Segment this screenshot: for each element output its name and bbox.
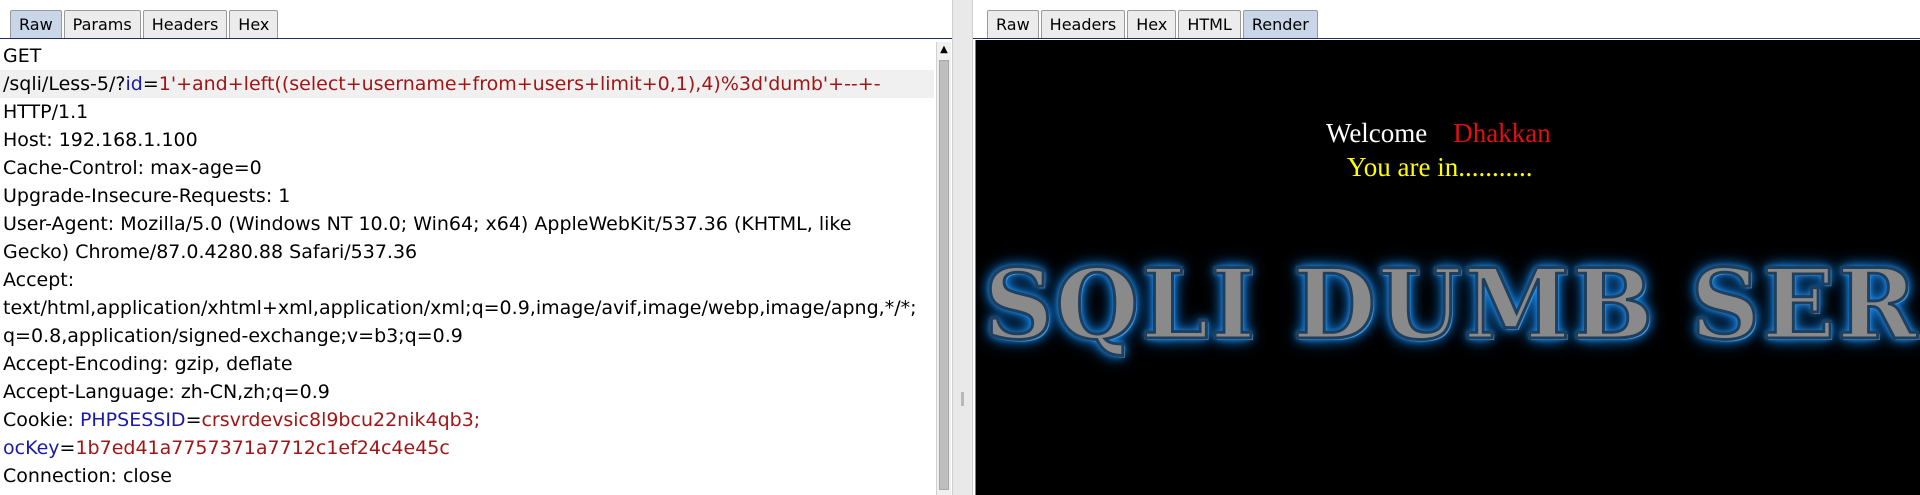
cookie-value-ockey: 1b7ed41a7757371a7712c1ef24c4e45c bbox=[75, 437, 450, 459]
tab-underline bbox=[0, 38, 952, 39]
sqli-banner-image: SQLI DUMB SER bbox=[983, 248, 1919, 361]
header-host: Host: 192.168.1.100 bbox=[3, 129, 198, 151]
scroll-up-icon[interactable]: ▲ bbox=[938, 44, 950, 56]
header-accept-label: Accept: bbox=[3, 269, 75, 291]
request-path: /sqli/Less-5/? bbox=[3, 73, 126, 95]
response-tabbar: Raw Headers Hex HTML Render bbox=[973, 0, 1920, 40]
splitter-grip-icon[interactable] bbox=[961, 392, 964, 406]
header-cookie-line: Cookie: PHPSESSID=crsvrdevsic8l9bcu22nik… bbox=[0, 406, 934, 434]
header-accept-encoding: Accept-Encoding: gzip, deflate bbox=[3, 353, 293, 375]
header-user-agent-2: Gecko) Chrome/87.0.4280.88 Safari/537.36 bbox=[3, 241, 418, 263]
user-name: Dhakkan bbox=[1453, 118, 1551, 148]
header-accept-language: Accept-Language: zh-CN,zh;q=0.9 bbox=[3, 381, 330, 403]
request-editor[interactable]: GET /sqli/Less-5/?id=1'+and+left((select… bbox=[0, 42, 934, 495]
welcome-label: Welcome bbox=[1326, 118, 1428, 148]
scrollbar-thumb[interactable] bbox=[939, 60, 949, 490]
request-scrollbar[interactable]: ▲ bbox=[936, 42, 951, 495]
tab-raw[interactable]: Raw bbox=[10, 10, 62, 38]
cookie-value-phpsessid: crsvrdevsic8l9bcu22nik4qb3; bbox=[201, 409, 481, 431]
cookie-eq-2: = bbox=[59, 437, 76, 459]
header-cache-control: Cache-Control: max-age=0 bbox=[3, 157, 262, 179]
tab-params[interactable]: Params bbox=[63, 10, 141, 38]
header-cookie-line-2: ocKey=1b7ed41a7757371a7712c1ef24c4e45c bbox=[0, 434, 934, 462]
cookie-key-phpsessid: PHPSESSID bbox=[79, 409, 186, 431]
tab-underline bbox=[973, 38, 1920, 39]
status-text: You are in........... bbox=[1347, 152, 1533, 182]
render-view: Welcome Dhakkan You are in........... SQL… bbox=[975, 40, 1920, 495]
pane-splitter[interactable] bbox=[952, 0, 973, 495]
tab-hex[interactable]: Hex bbox=[229, 10, 279, 38]
tab-html[interactable]: HTML bbox=[1178, 10, 1241, 38]
cookie-label: Cookie: bbox=[3, 409, 80, 431]
header-upgrade-insecure: Upgrade-Insecure-Requests: 1 bbox=[3, 185, 291, 207]
tab-render[interactable]: Render bbox=[1242, 10, 1318, 38]
header-connection: Connection: close bbox=[3, 465, 172, 487]
welcome-text: Welcome Dhakkan bbox=[1326, 118, 1551, 149]
param-key-id: id bbox=[125, 73, 143, 95]
header-accept-1: text/html,application/xhtml+xml,applicat… bbox=[3, 297, 917, 319]
request-protocol-line: HTTP/1.1 bbox=[3, 101, 89, 123]
param-eq: = bbox=[142, 73, 159, 95]
request-path-line: /sqli/Less-5/?id=1'+and+left((select+use… bbox=[0, 70, 934, 98]
tab-headers[interactable]: Headers bbox=[1040, 10, 1126, 38]
tab-raw[interactable]: Raw bbox=[987, 10, 1039, 38]
response-panel: Raw Headers Hex HTML Render Welcome Dhakk… bbox=[973, 0, 1920, 495]
tab-hex[interactable]: Hex bbox=[1127, 10, 1177, 38]
header-user-agent-1: User-Agent: Mozilla/5.0 (Windows NT 10.0… bbox=[3, 213, 852, 235]
request-method-line: GET bbox=[3, 45, 42, 67]
request-panel: Raw Params Headers Hex GET /sqli/Less-5/… bbox=[0, 0, 952, 495]
request-tabbar: Raw Params Headers Hex bbox=[0, 0, 952, 40]
tab-headers[interactable]: Headers bbox=[142, 10, 228, 38]
cookie-key-ockey: ocKey bbox=[3, 437, 60, 459]
header-accept-2: q=0.8,application/signed-exchange;v=b3;q… bbox=[3, 325, 463, 347]
param-value-id: 1'+and+left((select+username+from+users+… bbox=[158, 73, 881, 95]
cookie-eq-1: = bbox=[185, 409, 202, 431]
